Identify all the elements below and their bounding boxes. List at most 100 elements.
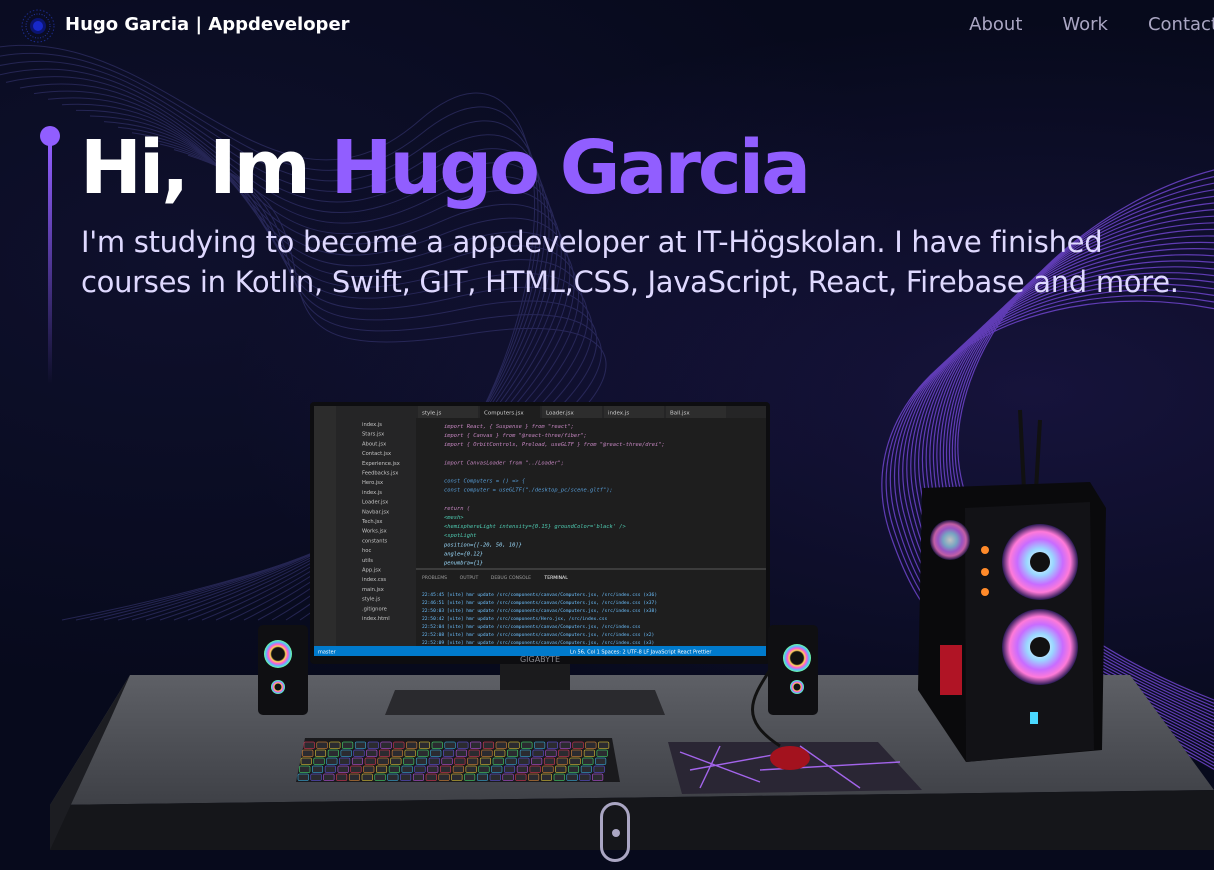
keyboard-key: [431, 741, 443, 749]
mouse-icon: [770, 746, 810, 770]
pc-tower: [918, 409, 1106, 762]
keyboard-key: [302, 749, 314, 757]
panel-tab: PROBLEMS: [422, 575, 447, 581]
keyboard-key: [404, 749, 416, 757]
explorer-file: index.js: [362, 490, 382, 496]
keyboard-key: [502, 773, 514, 781]
code-line: import CanvasLoader from "../Loader";: [444, 460, 564, 466]
nav-link-about[interactable]: About: [969, 14, 1022, 35]
keyboard-key: [393, 741, 405, 749]
keyboard-key: [468, 749, 480, 757]
keyboard-key: [579, 773, 591, 781]
keyboard-key: [340, 749, 352, 757]
keyboard-key: [518, 757, 530, 765]
keyboard-key: [553, 773, 565, 781]
keyboard-key: [455, 749, 467, 757]
left-speaker: [258, 625, 308, 715]
keyboard-key: [337, 765, 349, 773]
editor-tab-label: style.js: [422, 411, 441, 417]
logo-icon[interactable]: [20, 8, 56, 44]
code-line: <mesh>: [444, 515, 464, 521]
nav-link-contact[interactable]: Contact: [1148, 14, 1214, 35]
explorer-file: index.css: [362, 577, 386, 583]
keyboard-key: [464, 773, 476, 781]
keyboard-key: [478, 765, 490, 773]
explorer-file: index.js: [362, 422, 382, 428]
code-line: position={[-20, 50, 10]}: [444, 542, 522, 548]
terminal-line: 22:50:03 [vite] hmr update /src/componen…: [422, 608, 657, 614]
keyboard-key: [559, 741, 571, 749]
scroll-indicator[interactable]: [600, 802, 630, 862]
explorer-file: style.js: [362, 597, 381, 603]
keyboard-key: [489, 773, 501, 781]
keyboard-key: [380, 741, 392, 749]
terminal-line: 22:52:08 [vite] hmr update /src/componen…: [422, 632, 654, 638]
keyboard-key: [324, 765, 336, 773]
keyboard-key: [470, 741, 482, 749]
keyboard-key: [531, 757, 543, 765]
keyboard-key: [327, 749, 339, 757]
keyboard-key: [417, 749, 429, 757]
keyboard-key: [568, 765, 580, 773]
keyboard-key: [505, 757, 517, 765]
keyboard-key: [595, 757, 607, 765]
keyboard: [296, 738, 620, 782]
keyboard-key: [593, 765, 605, 773]
explorer-file: Feedbacks.jsx: [362, 471, 398, 477]
keyboard-key: [528, 773, 540, 781]
keyboard-key: [504, 765, 516, 773]
status-info: Ln 56, Col 1 Spaces: 2 UTF-8 LF JavaScri…: [570, 650, 712, 656]
code-line: angle={0.12}: [444, 551, 483, 557]
hero-accent-dot: [40, 126, 60, 146]
keyboard-key: [545, 749, 557, 757]
keyboard-key: [441, 757, 453, 765]
keyboard-key: [465, 765, 477, 773]
keyboard-key: [353, 749, 365, 757]
explorer-file: Tech.jsx: [361, 519, 382, 525]
keyboard-key: [316, 741, 328, 749]
explorer-file: Navbar.jsx: [362, 509, 389, 515]
keyboard-key: [376, 765, 388, 773]
keyboard-key: [482, 741, 494, 749]
keyboard-key: [367, 741, 379, 749]
keyboard-key: [364, 757, 376, 765]
keyboard-key: [361, 773, 373, 781]
code-line: <hemisphereLight intensity={0.15} ground…: [444, 524, 626, 530]
code-line: import React, { Suspense } from "react";: [444, 424, 574, 430]
keyboard-key: [592, 773, 604, 781]
keyboard-key: [354, 741, 366, 749]
keyboard-key: [569, 757, 581, 765]
code-line: return (: [444, 506, 470, 512]
desktop-pc-scene[interactable]: GIGABYTE style.js Computers.jsx Loader.jsx…: [0, 390, 1214, 870]
hero-name: Hugo Garcia: [330, 125, 812, 211]
terminal-line: 22:50:42 [vite] hmr update /src/componen…: [422, 616, 608, 622]
keyboard-key: [457, 741, 469, 749]
keyboard-key: [566, 773, 578, 781]
code-line: const Computers = () => {: [444, 479, 526, 485]
keyboard-key: [348, 773, 360, 781]
keyboard-key: [387, 773, 399, 781]
keyboard-key: [418, 741, 430, 749]
editor-tab-label: index.js: [608, 411, 629, 417]
keyboard-key: [507, 749, 519, 757]
monitor-brand: GIGABYTE: [520, 655, 560, 664]
editor-tab-label: Ball.jsx: [670, 411, 690, 417]
nav-link-work[interactable]: Work: [1062, 14, 1108, 35]
right-speaker: [768, 625, 818, 715]
brand-name[interactable]: Hugo Garcia | Appdeveloper: [65, 14, 350, 35]
keyboard-key: [300, 757, 312, 765]
hero-greeting: Hi, Im: [80, 125, 331, 211]
explorer-file: index.html: [362, 616, 390, 622]
keyboard-key: [303, 741, 315, 749]
keyboard-key: [515, 773, 527, 781]
keyboard-key: [425, 773, 437, 781]
keyboard-key: [598, 741, 610, 749]
keyboard-key: [299, 765, 311, 773]
keyboard-key: [542, 765, 554, 773]
keyboard-key: [481, 749, 493, 757]
keyboard-key: [534, 741, 546, 749]
terminal-line: 22:52:09 [vite] hmr update /src/componen…: [422, 640, 654, 646]
portfolio-page: Hugo Garcia | Appdeveloper About Work Co…: [0, 0, 1214, 870]
keyboard-key: [521, 741, 533, 749]
keyboard-key: [543, 757, 555, 765]
